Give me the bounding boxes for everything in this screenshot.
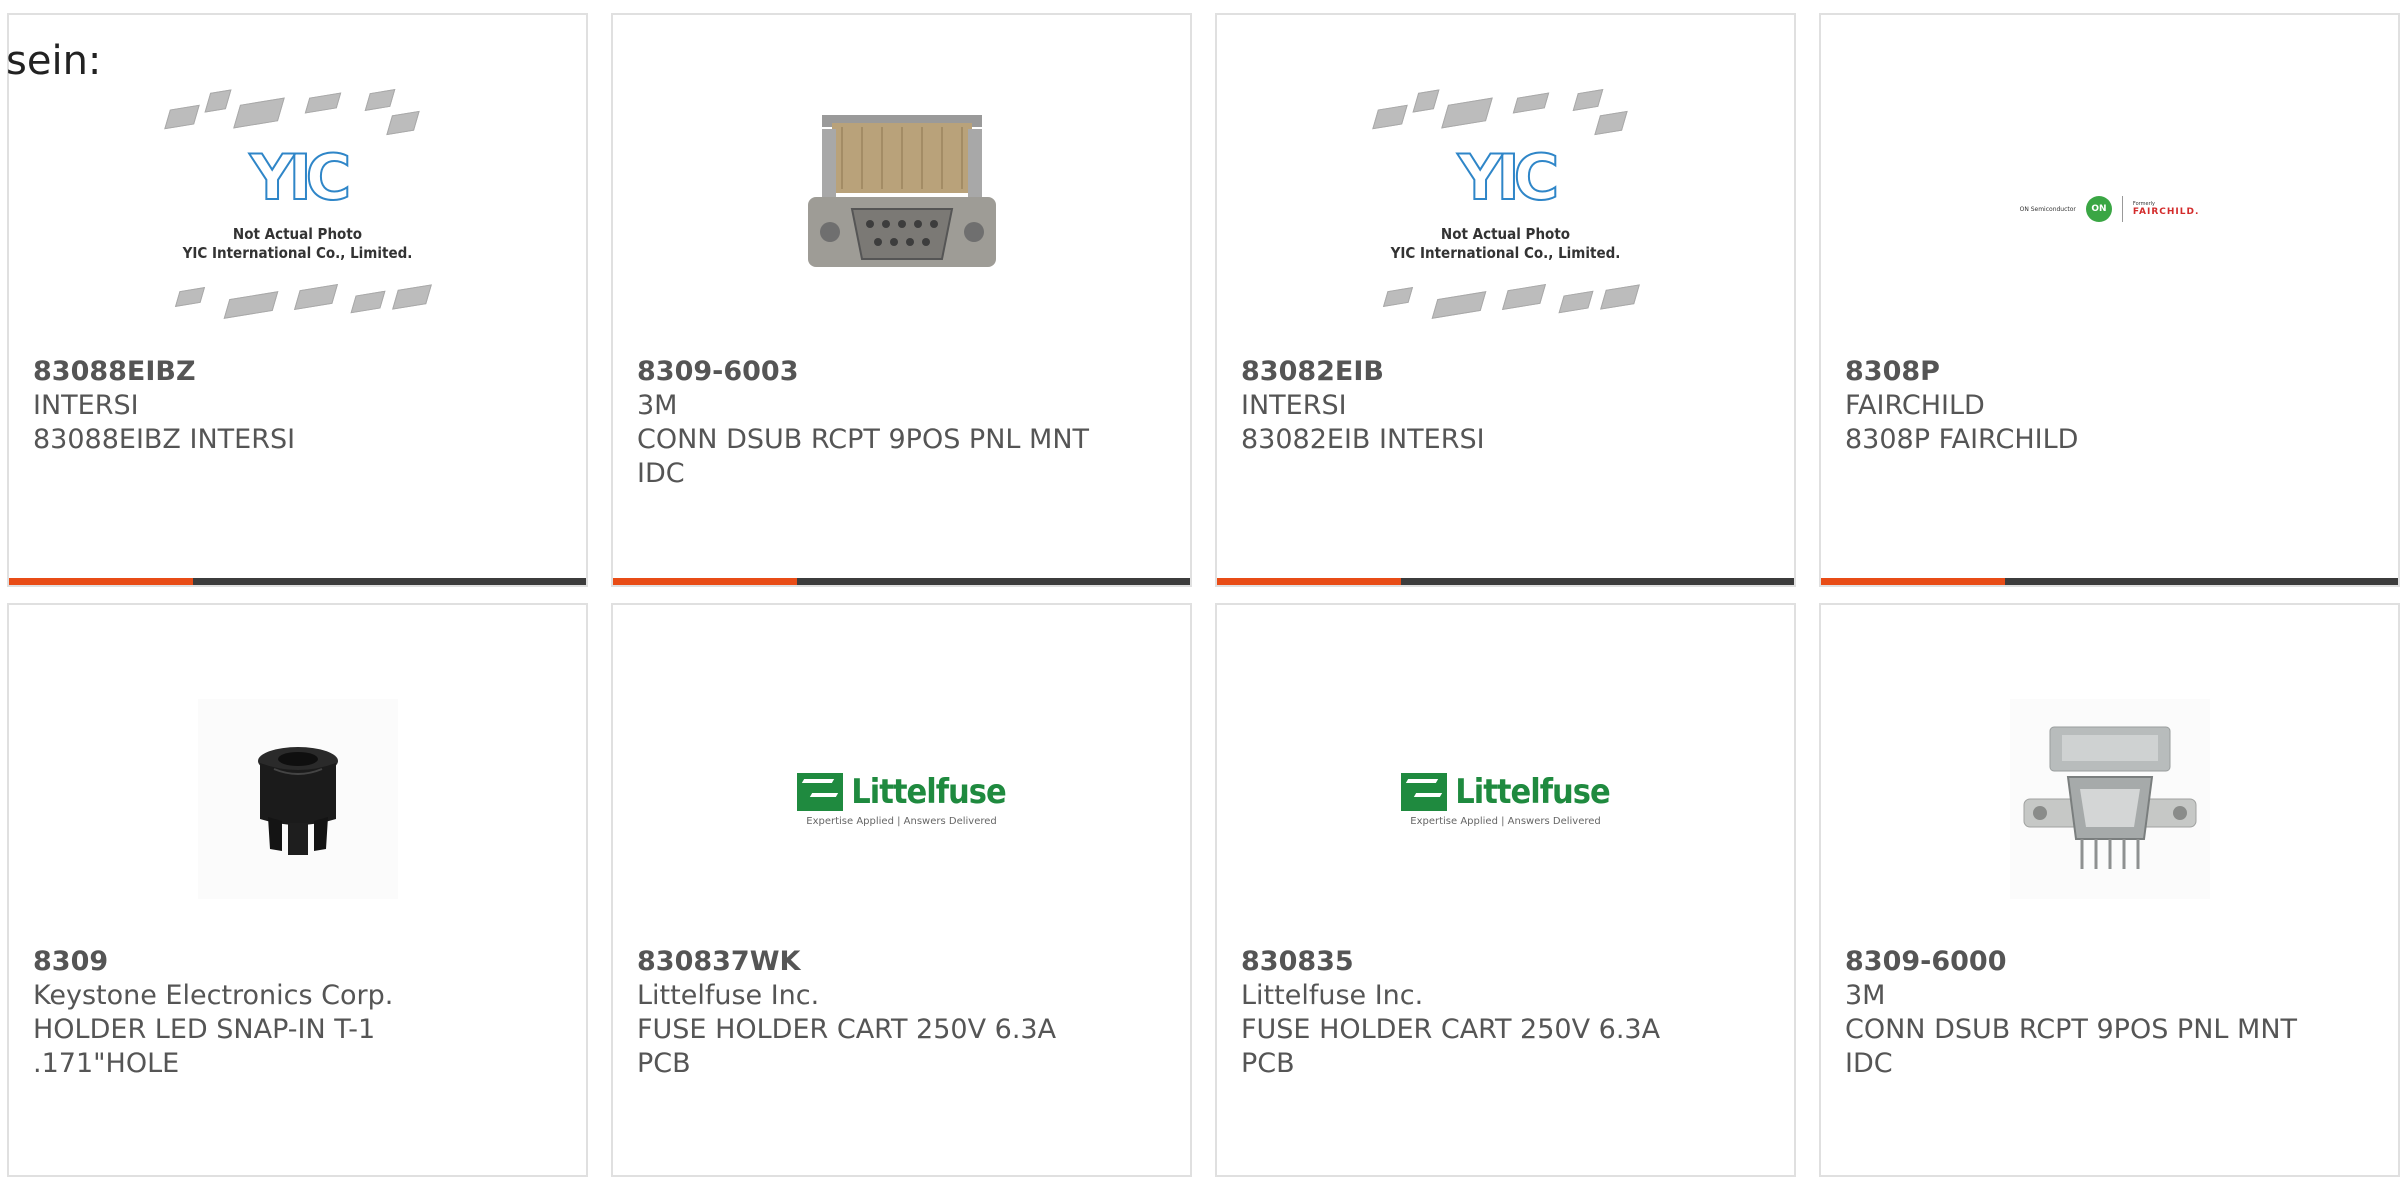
product-info: 830835 Littelfuse Inc. FUSE HOLDER CART …: [1241, 945, 1770, 1081]
product-info: 830837WK Littelfuse Inc. FUSE HOLDER CAR…: [637, 945, 1166, 1081]
product-info: 8309-6000 3M CONN DSUB RCPT 9POS PNL MNT…: [1845, 945, 2374, 1081]
product-grid: YIC Not Actual Photo YIC International C…: [0, 0, 2400, 1177]
product-image: [613, 59, 1190, 359]
description: 83082EIB INTERSI: [1241, 424, 1485, 455]
product-info: 8308P FAIRCHILD 8308P FAIRCHILD: [1845, 355, 2374, 457]
part-number[interactable]: 83088EIBZ: [33, 355, 562, 389]
product-card[interactable]: ON Semiconductor ON Formerly FAIRCHILD. …: [1819, 13, 2400, 587]
manufacturer: 3M: [1845, 980, 1886, 1011]
part-number[interactable]: 830837WK: [637, 945, 1166, 979]
product-image: Littelfuse Expertise Applied | Answers D…: [1217, 649, 1794, 949]
part-number[interactable]: 8309-6000: [1845, 945, 2374, 979]
placeholder-caption: Not Actual Photo YIC International Co., …: [1390, 225, 1621, 262]
description: FUSE HOLDER CART 250V 6.3A PCB: [637, 1014, 1057, 1079]
card-bottom-bar: [1821, 578, 2398, 585]
product-image: [9, 649, 586, 949]
littelfuse-logo: Littelfuse Expertise Applied | Answers D…: [1401, 772, 1611, 827]
product-card[interactable]: 8309-6000 3M CONN DSUB RCPT 9POS PNL MNT…: [1819, 603, 2400, 1177]
manufacturer: Keystone Electronics Corp.: [33, 980, 394, 1011]
product-card[interactable]: YIC Not Actual Photo YIC International C…: [7, 13, 588, 587]
description: FUSE HOLDER CART 250V 6.3A PCB: [1241, 1014, 1661, 1079]
product-card[interactable]: Littelfuse Expertise Applied | Answers D…: [1215, 603, 1796, 1177]
product-image: YIC Not Actual Photo YIC International C…: [1217, 59, 1794, 359]
manufacturer: INTERSI: [33, 390, 139, 421]
part-number[interactable]: 8309: [33, 945, 562, 979]
fairchild-logo: ON Semiconductor ON Formerly FAIRCHILD.: [2020, 196, 2200, 222]
placeholder-caption: Not Actual Photo YIC International Co., …: [182, 225, 413, 262]
card-bottom-bar: [1217, 578, 1794, 585]
product-card[interactable]: Littelfuse Expertise Applied | Answers D…: [611, 603, 1192, 1177]
part-number[interactable]: 8309-6003: [637, 355, 1166, 389]
manufacturer: FAIRCHILD: [1845, 390, 1985, 421]
intro-text: sein:: [6, 38, 102, 84]
product-image: YIC Not Actual Photo YIC International C…: [9, 59, 586, 359]
description: 83088EIBZ INTERSI: [33, 424, 296, 455]
product-info: 83088EIBZ INTERSI 83088EIBZ INTERSI: [33, 355, 562, 457]
product-image: [1821, 649, 2398, 949]
manufacturer: 3M: [637, 390, 678, 421]
product-info: 83082EIB INTERSI 83082EIB INTERSI: [1241, 355, 1770, 457]
littelfuse-mark-icon: [1401, 772, 1448, 811]
product-card[interactable]: YIC Not Actual Photo YIC International C…: [1215, 13, 1796, 587]
card-bottom-bar: [613, 578, 1190, 585]
product-info: 8309-6003 3M CONN DSUB RCPT 9POS PNL MNT…: [637, 355, 1166, 491]
part-number[interactable]: 8308P: [1845, 355, 2374, 389]
led-holder-photo: [197, 699, 398, 899]
part-number[interactable]: 83082EIB: [1241, 355, 1770, 389]
manufacturer: Littelfuse Inc.: [637, 980, 820, 1011]
description: CONN DSUB RCPT 9POS PNL MNT IDC: [1845, 1014, 2298, 1079]
yic-placeholder-image: YIC Not Actual Photo YIC International C…: [1366, 89, 1646, 329]
yic-logo-text: YIC: [1457, 140, 1560, 215]
littelfuse-mark-icon: [797, 772, 844, 811]
description: HOLDER LED SNAP-IN T-1 .171"HOLE: [33, 1014, 376, 1079]
product-image: ON Semiconductor ON Formerly FAIRCHILD.: [1821, 59, 2398, 359]
description: CONN DSUB RCPT 9POS PNL MNT IDC: [637, 424, 1090, 489]
part-number[interactable]: 830835: [1241, 945, 1770, 979]
manufacturer: INTERSI: [1241, 390, 1347, 421]
product-image: Littelfuse Expertise Applied | Answers D…: [613, 649, 1190, 949]
yic-logo-text: YIC: [249, 140, 352, 215]
manufacturer: Littelfuse Inc.: [1241, 980, 1424, 1011]
product-info: 8309 Keystone Electronics Corp. HOLDER L…: [33, 945, 562, 1081]
yic-placeholder-image: YIC Not Actual Photo YIC International C…: [158, 89, 438, 329]
littelfuse-logo: Littelfuse Expertise Applied | Answers D…: [797, 772, 1007, 827]
dsub-connector-photo: [807, 115, 996, 267]
dsub-connector-photo-alt: [2009, 699, 2210, 899]
product-card[interactable]: 8309-6003 3M CONN DSUB RCPT 9POS PNL MNT…: [611, 13, 1192, 587]
product-card[interactable]: 8309 Keystone Electronics Corp. HOLDER L…: [7, 603, 588, 1177]
description: 8308P FAIRCHILD: [1845, 424, 2079, 455]
card-bottom-bar: [9, 578, 586, 585]
